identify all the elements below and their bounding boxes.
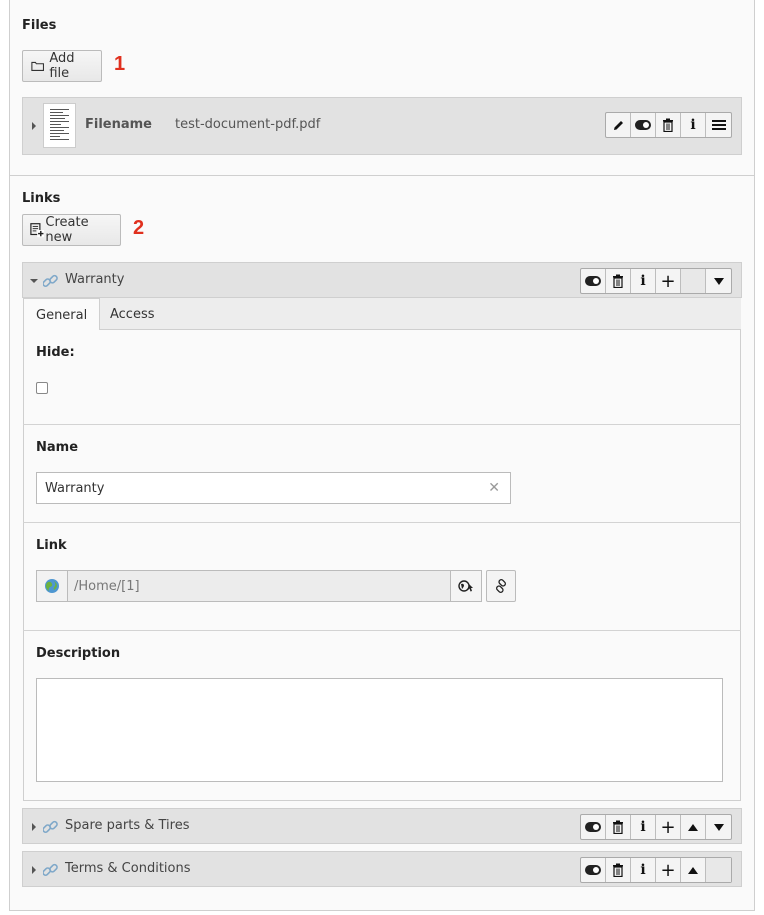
name-input[interactable]: Warranty ✕ (36, 472, 511, 504)
record-title: Warranty (65, 272, 125, 287)
hide-label: Hide: (36, 345, 75, 360)
record-tabs: General Access (23, 298, 741, 331)
field-divider (23, 522, 741, 523)
filename-value: test-document-pdf.pdf (175, 117, 321, 132)
file-thumbnail (43, 103, 76, 148)
description-textarea[interactable] (36, 678, 723, 782)
plus-icon[interactable]: + (656, 269, 681, 293)
link-value: /Home/[1] (68, 571, 451, 601)
description-label: Description (36, 646, 121, 661)
arrow-up-icon[interactable] (681, 858, 706, 882)
record-title: Spare parts & Tires (65, 818, 190, 833)
folder-icon (31, 61, 44, 71)
name-label: Name (36, 440, 79, 455)
arrow-down-icon[interactable] (706, 269, 731, 293)
link-chain-icon (43, 863, 58, 877)
toggle-icon[interactable] (581, 858, 606, 882)
file-toolbar: i (605, 112, 732, 138)
arrow-up-icon[interactable] (681, 815, 706, 839)
toggle-icon[interactable] (581, 269, 606, 293)
pencil-icon[interactable] (606, 113, 631, 137)
files-title: Files (22, 18, 57, 33)
link-chain-icon (43, 274, 58, 288)
toolbar-empty-slot (681, 269, 706, 293)
record-toolbar: i + (580, 814, 732, 840)
annotation-marker-1: 1 (114, 53, 126, 75)
record-header-terms[interactable]: Terms & Conditions i + (22, 851, 742, 887)
file-reference-row[interactable]: Filename test-document-pdf.pdf i (22, 97, 742, 155)
hide-checkbox[interactable] (36, 382, 48, 394)
link-label: Link (36, 538, 67, 553)
collapse-caret-icon[interactable] (30, 279, 38, 283)
trash-icon[interactable] (606, 269, 631, 293)
link-input[interactable]: /Home/[1] (36, 570, 482, 602)
record-title: Terms & Conditions (65, 861, 191, 876)
toggle-icon[interactable] (581, 815, 606, 839)
tab-access[interactable]: Access (98, 298, 167, 330)
page-tree-wizard-icon[interactable] (451, 571, 481, 601)
info-icon[interactable]: i (681, 113, 706, 137)
globe-icon (37, 571, 68, 601)
record-header-spare-parts[interactable]: Spare parts & Tires i + (22, 808, 742, 844)
info-icon[interactable]: i (631, 269, 656, 293)
plus-icon[interactable]: + (656, 815, 681, 839)
toggle-icon[interactable] (631, 113, 656, 137)
tab-general[interactable]: General (23, 298, 101, 331)
section-divider (9, 175, 755, 176)
filename-label: Filename (85, 117, 152, 132)
name-input-value: Warranty (45, 480, 105, 496)
expand-caret-icon[interactable] (32, 866, 36, 874)
expand-caret-icon[interactable] (32, 823, 36, 831)
trash-icon[interactable] (656, 113, 681, 137)
info-icon[interactable]: i (631, 815, 656, 839)
arrow-down-icon[interactable] (706, 815, 731, 839)
plus-icon[interactable]: + (656, 858, 681, 882)
record-toolbar: i + (580, 857, 732, 883)
drag-handle-icon[interactable] (706, 113, 731, 137)
create-new-button[interactable]: Create new (22, 214, 121, 246)
toolbar-empty-slot (706, 858, 731, 882)
clear-icon[interactable]: ✕ (488, 480, 500, 496)
record-toolbar: i + (580, 268, 732, 294)
trash-icon[interactable] (606, 858, 631, 882)
info-icon[interactable]: i (631, 858, 656, 882)
record-header-warranty[interactable]: Warranty i + (22, 262, 742, 298)
expand-caret-icon[interactable] (32, 122, 36, 130)
link-chain-icon (43, 820, 58, 834)
link-icon[interactable] (486, 570, 516, 602)
create-new-label: Create new (45, 215, 89, 245)
annotation-marker-2: 2 (133, 217, 145, 239)
field-divider (23, 630, 741, 631)
add-file-label: Add file (49, 51, 75, 81)
links-title: Links (22, 191, 61, 206)
add-file-button[interactable]: Add file (22, 50, 102, 82)
new-record-icon (30, 223, 45, 238)
trash-icon[interactable] (606, 815, 631, 839)
field-divider (23, 424, 741, 425)
